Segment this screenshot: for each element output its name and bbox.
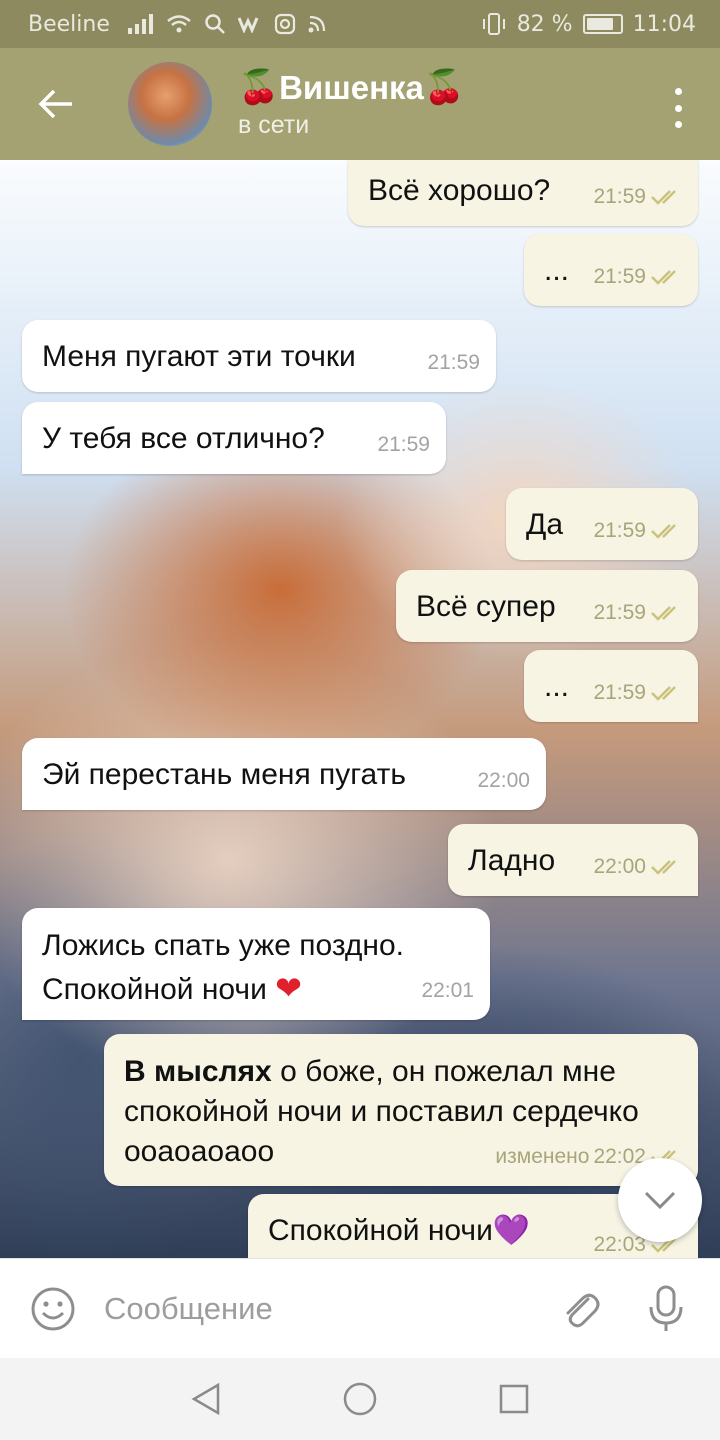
- double-check-icon: [651, 524, 676, 539]
- back-button[interactable]: [0, 48, 112, 160]
- message-text: ...: [544, 254, 570, 287]
- message-meta: 21:59: [593, 512, 684, 550]
- cherry-icon-right: 🍒: [423, 68, 465, 105]
- message-text: Спокойной ночи: [42, 973, 267, 1006]
- message-time: 22:00: [593, 855, 646, 878]
- status-icons: [127, 13, 326, 35]
- message-text: У тебя все отлично?: [42, 422, 325, 455]
- chat-title-block[interactable]: 🍒 Вишенка 🍒 в сети: [238, 68, 465, 140]
- message-time: 21:59: [593, 681, 646, 704]
- message-time: 21:59: [593, 519, 646, 542]
- message-meta: 21:59: [593, 594, 684, 632]
- recents-square-icon[interactable]: [498, 1383, 530, 1415]
- more-vertical-icon[interactable]: [666, 88, 690, 128]
- message-bubble[interactable]: ... 21:59: [524, 650, 698, 722]
- double-check-icon: [651, 860, 676, 875]
- message-meta: 21:59: [593, 258, 684, 296]
- message-text-row: Спокойной ночи💜: [268, 1212, 530, 1250]
- message-time: 21:59: [593, 265, 646, 288]
- attach-icon[interactable]: [558, 1287, 602, 1331]
- double-check-icon: [651, 270, 676, 285]
- message-bubble[interactable]: Да 21:59: [506, 488, 698, 560]
- message-meta: 21:59: [377, 426, 430, 464]
- purple-heart-icon: 💜: [492, 1214, 531, 1247]
- message-text: Всё хорошо?: [368, 174, 551, 207]
- message-time: 22:01: [421, 979, 474, 1002]
- contact-name: Вишенка: [279, 68, 424, 106]
- message-text: Эй перестань меня пугать: [42, 758, 406, 791]
- message-input[interactable]: Сообщение: [104, 1291, 558, 1327]
- message-time: 22:00: [477, 769, 530, 792]
- message-text: ...: [544, 670, 570, 703]
- message-meta: 21:59: [427, 344, 480, 382]
- back-triangle-icon[interactable]: [190, 1382, 222, 1416]
- signal-icon: [127, 14, 153, 34]
- message-bold-prefix: В мыслях: [124, 1055, 272, 1088]
- message-time: 21:59: [593, 185, 646, 208]
- search-icon: [205, 14, 225, 34]
- vk-icon: [237, 17, 259, 33]
- red-heart-icon: ❤: [275, 970, 302, 1006]
- wifi-icon: [167, 15, 191, 33]
- message-meta: 21:59: [593, 674, 684, 712]
- message-text-line: Ложись спать уже поздно.: [42, 929, 405, 962]
- message-bubble[interactable]: Всё супер 21:59: [396, 570, 698, 642]
- message-bubble[interactable]: У тебя все отлично? 21:59: [22, 402, 446, 474]
- edited-label: изменено: [495, 1145, 590, 1168]
- home-circle-icon[interactable]: [342, 1381, 378, 1417]
- message-text: Да: [526, 508, 564, 541]
- carrier-label: Beeline: [28, 11, 110, 37]
- system-nav-bar: [0, 1358, 720, 1440]
- instagram-icon: [274, 13, 295, 35]
- mic-icon[interactable]: [646, 1285, 686, 1333]
- double-check-icon: [651, 606, 676, 621]
- scroll-down-button[interactable]: [618, 1158, 702, 1242]
- double-check-icon: [651, 190, 676, 205]
- chat-area[interactable]: Всё хорошо? 21:59 ... 21:59 Меня пугают …: [0, 160, 720, 1258]
- message-text-line-2: Спокойной ночи ❤: [42, 968, 302, 1010]
- emoji-icon[interactable]: [30, 1286, 76, 1332]
- message-bubble[interactable]: В мыслях о боже, он пожелал мне спокойно…: [104, 1034, 698, 1186]
- message-text: Всё супер: [416, 590, 556, 623]
- message-bubble[interactable]: Эй перестань меня пугать 22:00: [22, 738, 546, 810]
- message-meta: 22:00: [593, 848, 684, 886]
- message-input-bar: Сообщение: [0, 1258, 720, 1358]
- battery-icon: [582, 14, 623, 34]
- rss-icon: [308, 15, 325, 33]
- chat-title: 🍒 Вишенка 🍒: [238, 68, 465, 107]
- message-meta: 22:00: [477, 762, 530, 800]
- message-meta: 21:59: [593, 178, 684, 216]
- message-bubble[interactable]: ... 21:59: [524, 234, 698, 306]
- message-bubble[interactable]: Меня пугают эти точки 21:59: [22, 320, 496, 392]
- chat-header: 🍒 Вишенка 🍒 в сети: [0, 48, 720, 160]
- online-status: в сети: [238, 111, 310, 139]
- message-time: 21:59: [427, 351, 480, 374]
- chevron-down-icon: [644, 1191, 676, 1210]
- message-text: Меня пугают эти точки: [42, 340, 356, 373]
- avatar[interactable]: [128, 62, 212, 146]
- message-bubble[interactable]: Ладно 22:00: [448, 824, 698, 896]
- battery-percent: 82 %: [516, 11, 573, 37]
- status-bar: Beeline 82 % 11:04: [0, 0, 720, 48]
- message-bubble[interactable]: Всё хорошо? 21:59: [348, 160, 698, 226]
- message-text: Ладно: [468, 844, 556, 877]
- clock: 11:04: [632, 11, 696, 37]
- message-time: 21:59: [593, 601, 646, 624]
- double-check-icon: [651, 686, 676, 701]
- vibrate-icon: [482, 13, 505, 35]
- message-time: 21:59: [377, 433, 430, 456]
- cherry-icon-left: 🍒: [238, 68, 280, 105]
- message-meta: 22:01: [421, 972, 474, 1010]
- message-bubble[interactable]: Ложись спать уже поздно. Спокойной ночи …: [22, 908, 490, 1020]
- back-arrow-icon: [38, 89, 72, 119]
- message-text: Спокойной ночи: [268, 1214, 493, 1247]
